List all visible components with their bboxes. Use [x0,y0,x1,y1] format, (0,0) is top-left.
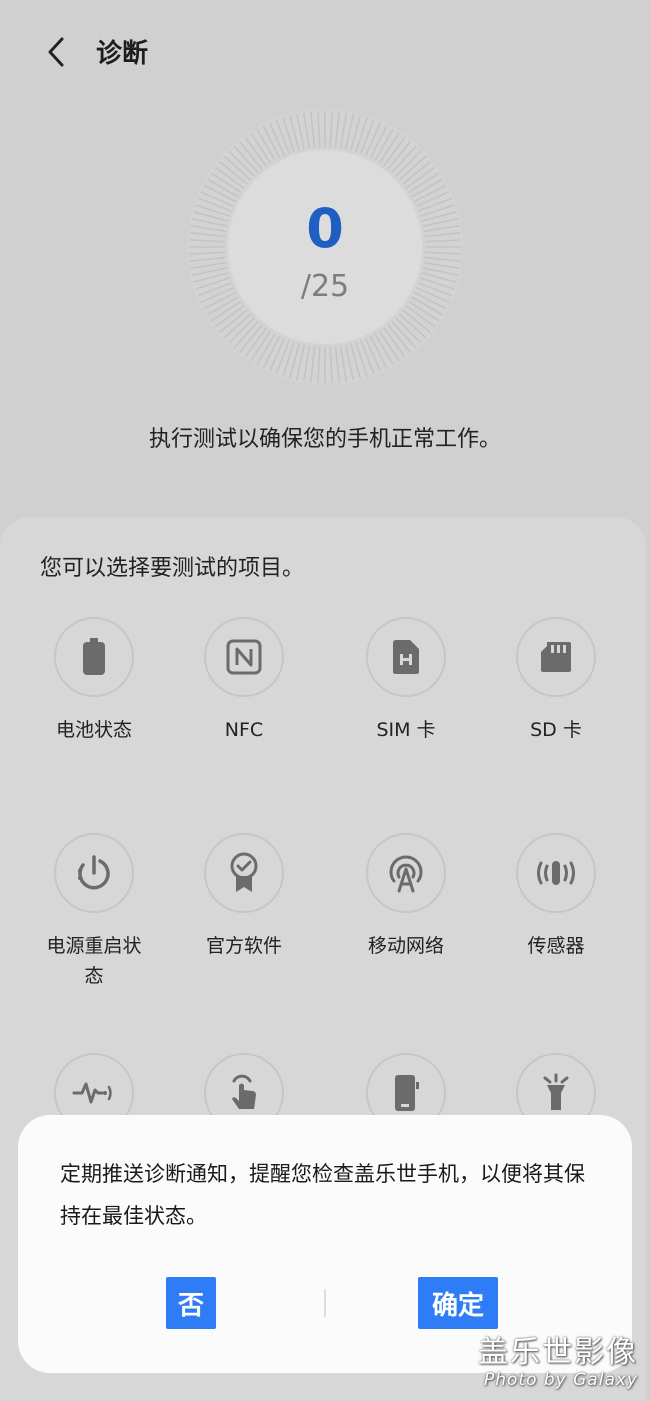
back-button[interactable] [36,32,76,76]
test-item-sd[interactable]: SD 卡 [496,617,616,745]
test-item-nfc[interactable]: NFC [184,617,304,745]
item-label: NFC [224,719,264,741]
mobile-network-icon [366,833,446,913]
sd-card-icon [516,617,596,697]
button-divider [324,1289,326,1317]
item-label: 官方软件 [205,935,282,957]
tests-done-count: 0 [306,197,344,260]
photo-watermark: 盖乐世影像 Photo by Galaxy [478,1335,638,1391]
official-software-icon [204,833,284,913]
test-item-sensor[interactable]: 传感器 [496,833,616,961]
no-button[interactable]: 否 [166,1277,216,1329]
dialog-message: 定期推送诊断通知，提醒您检查盖乐世手机，以便将其保持在最佳状态。 [60,1162,585,1228]
item-label: SIM 卡 [376,719,436,741]
item-label: 电源重启状态 [46,935,142,987]
watermark-title: 盖乐世影像 [478,1335,638,1370]
battery-icon [54,617,134,697]
item-label: SD 卡 [530,719,582,741]
watermark-subtitle: Photo by Galaxy [483,1370,638,1390]
nfc-icon [204,617,284,697]
chevron-left-icon [45,36,67,72]
item-label: 传感器 [527,935,585,957]
test-item-official-software[interactable]: 官方软件 [184,833,304,961]
header-bar: 诊断 [0,22,650,86]
intro-text: 执行测试以确保您的手机正常工作。 [148,427,501,452]
test-item-battery[interactable]: 电池状态 [34,617,154,745]
tests-total: /25 [300,269,350,304]
page-title: 诊断 [96,39,149,69]
test-item-mobile-network[interactable]: 移动网络 [346,833,466,961]
item-label: 电池状态 [55,719,132,741]
progress-dial: 0 /25 [186,108,464,386]
panel-heading: 您可以选择要测试的项目。 [40,556,305,581]
confirm-button[interactable]: 确定 [418,1277,498,1329]
sim-card-icon [366,617,446,697]
test-item-sim[interactable]: SIM 卡 [346,617,466,745]
power-restart-icon [54,833,134,913]
test-item-power-restart[interactable]: 电源重启状态 [34,833,154,991]
sensor-icon [516,833,596,913]
item-label: 移动网络 [367,935,444,957]
